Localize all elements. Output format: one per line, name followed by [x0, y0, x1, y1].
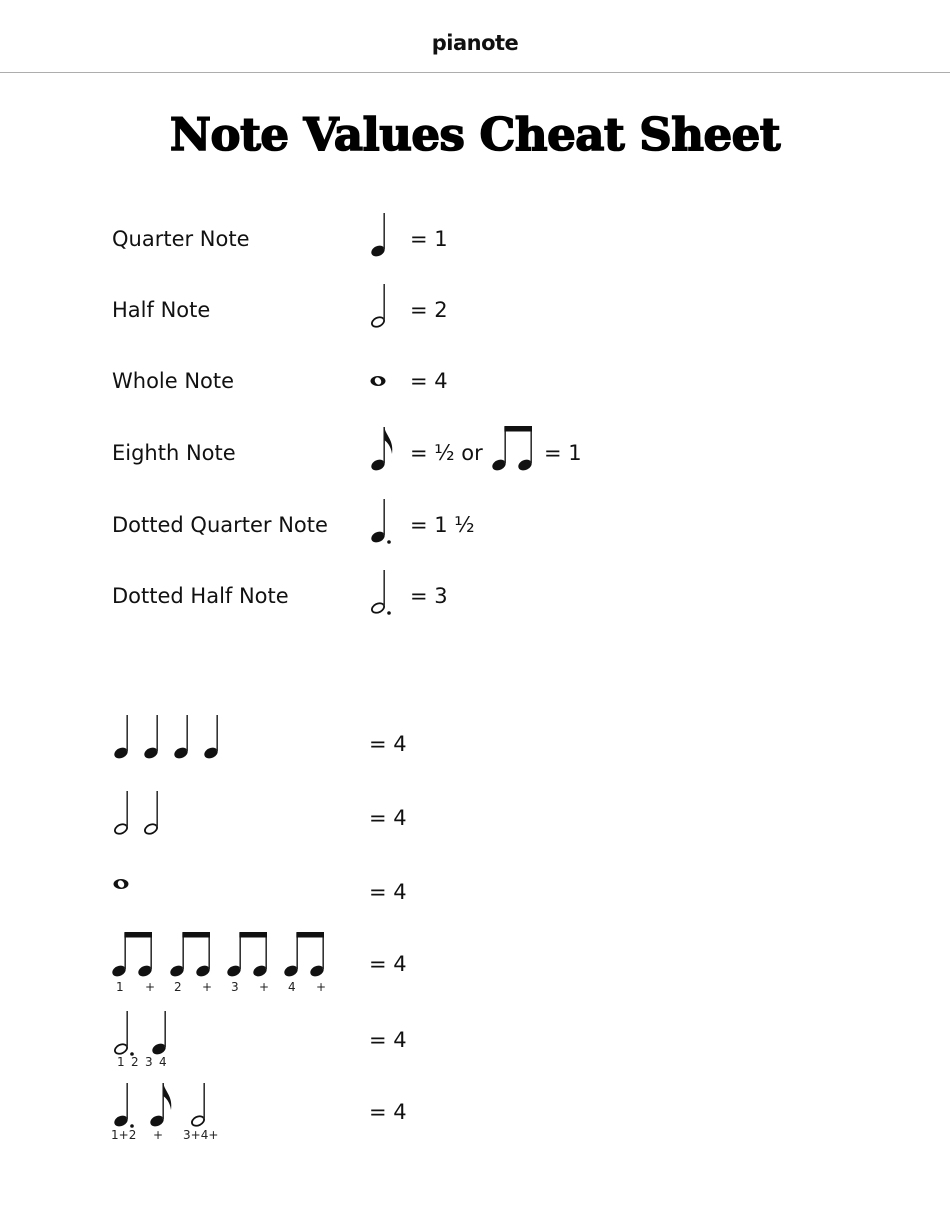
note-value: = 1 ½: [410, 513, 475, 537]
quarter-note-icon: [168, 712, 198, 762]
eighth-note-icon: [144, 1080, 174, 1130]
count-label: +: [316, 980, 327, 994]
pianote-logo: pianote: [431, 31, 519, 55]
beamed-eighth-notes-icon: [488, 424, 538, 474]
half-note-icon: [138, 788, 168, 838]
count-label: 2: [174, 980, 182, 994]
beamed-eighth-notes-icon: [280, 930, 330, 980]
beamed-eighth-notes-icon: [166, 930, 216, 980]
quarter-note-icon: [365, 210, 395, 260]
note-label: Half Note: [112, 298, 211, 322]
note-value: = 4: [410, 369, 448, 393]
count-label: 1+2: [111, 1128, 137, 1142]
combination-value: = 4: [369, 806, 407, 830]
note-value-row: Quarter Note = 1: [0, 210, 950, 270]
count-label: +: [145, 980, 156, 994]
count-label: 3: [145, 1055, 153, 1069]
dotted-half-note-icon: [365, 567, 395, 617]
combination-value: = 4: [369, 732, 407, 756]
whole-note-icon: [108, 843, 138, 893]
count-label: 4: [288, 980, 296, 994]
note-value-row: Eighth Note = ½ or = 1: [0, 424, 950, 484]
beamed-eighth-notes-icon: [223, 930, 273, 980]
combination-row: = 4: [0, 712, 950, 782]
quarter-note-icon: [146, 1008, 176, 1058]
combination-row: 1+2 + 3+4+ = 4: [0, 1080, 950, 1150]
quarter-note-icon: [198, 712, 228, 762]
half-note-icon: [185, 1080, 215, 1130]
count-label: +: [202, 980, 213, 994]
eighth-note-icon: [365, 424, 395, 474]
combination-row: 1 + 2 + 3 + 4 + = 4: [0, 930, 950, 1000]
page-title: Note Values Cheat Sheet: [169, 107, 781, 162]
count-label: 4: [159, 1055, 167, 1069]
half-note-icon: [108, 788, 138, 838]
note-value-row: Dotted Quarter Note = 1 ½: [0, 496, 950, 556]
combination-value: = 4: [369, 1100, 407, 1124]
half-note-icon: [365, 281, 395, 331]
combination-row: = 4: [0, 862, 950, 932]
dotted-half-note-icon: [108, 1008, 138, 1058]
count-label: 3+4+: [183, 1128, 219, 1142]
count-label: 3: [231, 980, 239, 994]
note-label: Dotted Quarter Note: [112, 513, 328, 537]
note-value: = 3: [410, 584, 448, 608]
quarter-note-icon: [108, 712, 138, 762]
note-value: = 2: [410, 298, 448, 322]
count-label: 1: [117, 1055, 125, 1069]
combination-value: = 4: [369, 1028, 407, 1052]
header: pianote: [0, 0, 950, 73]
whole-note-icon: [365, 340, 395, 390]
note-value: = ½ or: [410, 441, 483, 465]
quarter-note-icon: [138, 712, 168, 762]
note-value: = 1: [410, 227, 448, 251]
dotted-quarter-note-icon: [108, 1080, 138, 1130]
combination-row: = 4: [0, 788, 950, 858]
beamed-eighth-notes-icon: [108, 930, 158, 980]
combination-row: 1 2 3 4 = 4: [0, 1008, 950, 1078]
combination-value: = 4: [369, 880, 407, 904]
combination-value: = 4: [369, 952, 407, 976]
note-value-row: Dotted Half Note = 3: [0, 567, 950, 627]
note-label: Dotted Half Note: [112, 584, 289, 608]
count-label: 2: [131, 1055, 139, 1069]
note-label: Eighth Note: [112, 441, 236, 465]
count-label: 1: [116, 980, 124, 994]
count-label: +: [153, 1128, 164, 1142]
note-value-alt: = 1: [544, 441, 582, 465]
note-value-row: Half Note = 2: [0, 281, 950, 341]
count-label: +: [259, 980, 270, 994]
note-value-row: Whole Note = 4: [0, 352, 950, 412]
dotted-quarter-note-icon: [365, 496, 395, 546]
note-label: Whole Note: [112, 369, 235, 393]
note-label: Quarter Note: [112, 227, 250, 251]
